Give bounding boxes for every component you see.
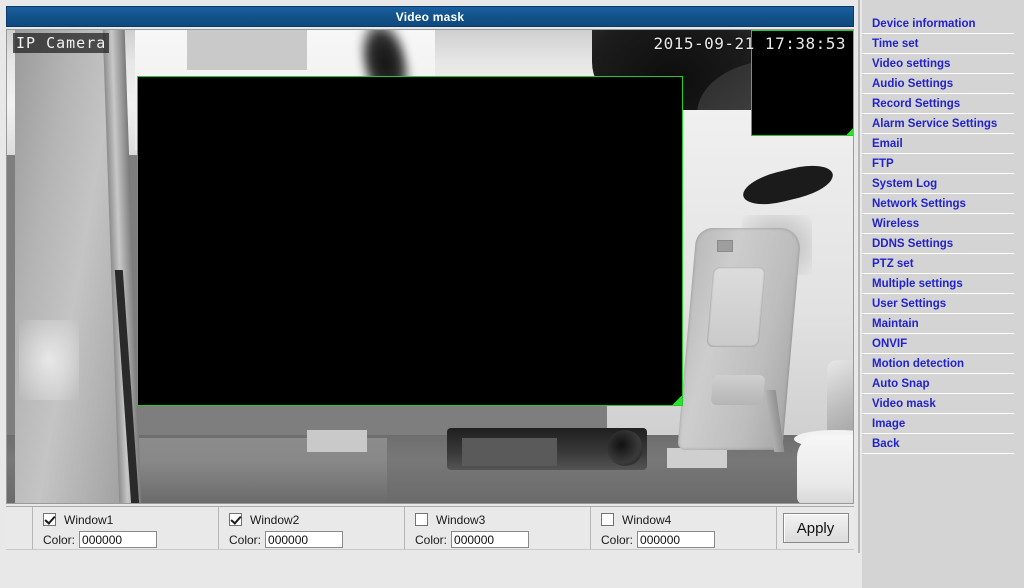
window-1-label: Window1	[64, 512, 114, 527]
viewer-panel: Video mask IP Camera 2015-09-21 17:38:53…	[0, 0, 860, 553]
sidebar-item-label: Image	[872, 417, 906, 430]
sidebar-item-label: Alarm Service Settings	[872, 117, 998, 130]
mask-control-bar: Window1Color:Window2Color:Window3Color:W…	[6, 506, 854, 550]
scene-chair-opening	[706, 267, 766, 347]
sidebar-item-alarm-service-settings[interactable]: Alarm Service Settings	[862, 114, 1014, 134]
mask-resize-handle-icon[interactable]	[847, 126, 853, 135]
window-2-label: Window2	[250, 512, 300, 527]
sidebar-item-video-settings[interactable]: Video settings	[862, 54, 1014, 74]
window-1-checkbox[interactable]	[43, 513, 56, 526]
apply-button[interactable]: Apply	[782, 513, 849, 543]
window-4-label: Window4	[622, 512, 672, 527]
sidebar-item-label: Motion detection	[872, 357, 964, 370]
sidebar-menu: Device information Time set Video settings…	[862, 0, 1024, 588]
sidebar-item-label: Email	[872, 137, 903, 150]
sidebar-item-ftp[interactable]: FTP	[862, 154, 1014, 174]
window-3-label: Window3	[436, 512, 486, 527]
scene-chair-badge	[717, 240, 733, 252]
mask-window-color-row: Color:	[43, 531, 218, 548]
mask-resize-handle-icon[interactable]	[673, 396, 682, 405]
sidebar-item-audio-settings[interactable]: Audio Settings	[862, 74, 1014, 94]
sidebar-item-label: Record Settings	[872, 97, 961, 110]
mask-window-color-row: Color:	[415, 531, 590, 548]
sidebar-item-wireless[interactable]: Wireless	[862, 214, 1014, 234]
mask-window-color-row: Color:	[601, 531, 776, 548]
page-title: Video mask	[395, 9, 465, 24]
sidebar-item-label: Audio Settings	[872, 77, 954, 90]
mask-window-toggle-row: Window4	[601, 511, 776, 528]
sidebar-item-auto-snap[interactable]: Auto Snap	[862, 374, 1014, 394]
sidebar-item-label: Multiple settings	[872, 277, 963, 290]
sidebar-item-label: Time set	[872, 37, 919, 50]
color-label-2: Color:	[229, 532, 262, 547]
sidebar-item-maintain[interactable]: Maintain	[862, 314, 1014, 334]
sidebar-item-label: Device information	[872, 17, 976, 30]
video-preview[interactable]: IP Camera 2015-09-21 17:38:53	[6, 29, 854, 504]
sidebar-item-ddns-settings[interactable]: DDNS Settings	[862, 234, 1014, 254]
mask-window-cell-1: Window1 Color:	[32, 507, 218, 549]
color-label-3: Color:	[415, 532, 448, 547]
mask-window-cell-2: Window2 Color:	[218, 507, 404, 549]
mask-window-toggle-row: Window1	[43, 511, 218, 528]
sidebar-item-label: DDNS Settings	[872, 237, 954, 250]
sidebar-item-label: FTP	[872, 157, 894, 170]
sidebar-item-label: Auto Snap	[872, 377, 930, 390]
scene-machinery-wheel	[607, 430, 643, 466]
sidebar-item-video-mask[interactable]: Video mask	[862, 394, 1014, 414]
scene-floor-object	[307, 430, 367, 452]
sidebar-item-multiple-settings[interactable]: Multiple settings	[862, 274, 1014, 294]
sidebar-item-label: Network Settings	[872, 197, 966, 210]
color-label-1: Color:	[43, 532, 76, 547]
sidebar-item-user-settings[interactable]: User Settings	[862, 294, 1014, 314]
sidebar-item-time-set[interactable]: Time set	[862, 34, 1014, 54]
mask-window-toggle-row: Window3	[415, 511, 590, 528]
mask-window-cell-3: Window3 Color:	[404, 507, 590, 549]
sidebar-item-device-information[interactable]: Device information	[862, 14, 1014, 34]
scene-chair-opening-lower	[710, 375, 766, 405]
mask-window-cell-4: Window4 Color:	[590, 507, 776, 549]
osd-camera-name: IP Camera	[13, 33, 110, 53]
window-title-bar: Video mask	[6, 6, 854, 27]
sidebar-item-label: Wireless	[872, 217, 920, 230]
sidebar-item-onvif[interactable]: ONVIF	[862, 334, 1014, 354]
mask-window-toggle-row: Window2	[229, 511, 404, 528]
mask-window-color-row: Color:	[229, 531, 404, 548]
osd-timestamp: 2015-09-21 17:38:53	[653, 34, 846, 53]
window-4-color-input[interactable]	[637, 531, 716, 548]
sidebar-item-label: Video settings	[872, 57, 951, 70]
sidebar-item-label: ONVIF	[872, 337, 908, 350]
sidebar-item-record-settings[interactable]: Record Settings	[862, 94, 1014, 114]
sidebar-item-label: System Log	[872, 177, 938, 190]
sidebar-item-system-log[interactable]: System Log	[862, 174, 1014, 194]
window-2-checkbox[interactable]	[229, 513, 242, 526]
sidebar-item-label: Video mask	[872, 397, 936, 410]
sidebar-item-label: User Settings	[872, 297, 947, 310]
sidebar-item-label: Back	[872, 437, 900, 450]
scene-left-column-highlight	[19, 320, 79, 400]
apply-cell: Apply	[776, 507, 854, 549]
app-root: Video mask IP Camera 2015-09-21 17:38:53…	[0, 0, 1024, 588]
sidebar-item-email[interactable]: Email	[862, 134, 1014, 154]
window-4-checkbox[interactable]	[601, 513, 614, 526]
scene-machinery-bar	[667, 448, 727, 468]
window-2-color-input[interactable]	[265, 531, 344, 548]
sidebar-item-label: PTZ set	[872, 257, 914, 270]
sidebar-item-image[interactable]: Image	[862, 414, 1014, 434]
sidebar-item-label: Maintain	[872, 317, 919, 330]
sidebar-item-ptz-set[interactable]: PTZ set	[862, 254, 1014, 274]
sidebar-item-back[interactable]: Back	[862, 434, 1014, 454]
sidebar-item-motion-detection[interactable]: Motion detection	[862, 354, 1014, 374]
scene-grey-block	[187, 30, 307, 70]
scene-machinery-part	[462, 438, 557, 466]
window-3-color-input[interactable]	[451, 531, 530, 548]
window-3-checkbox[interactable]	[415, 513, 428, 526]
mask-window-1[interactable]	[137, 76, 683, 406]
window-1-color-input[interactable]	[79, 531, 158, 548]
scene-bucket	[797, 435, 853, 503]
color-label-4: Color:	[601, 532, 634, 547]
sidebar-item-network-settings[interactable]: Network Settings	[862, 194, 1014, 214]
